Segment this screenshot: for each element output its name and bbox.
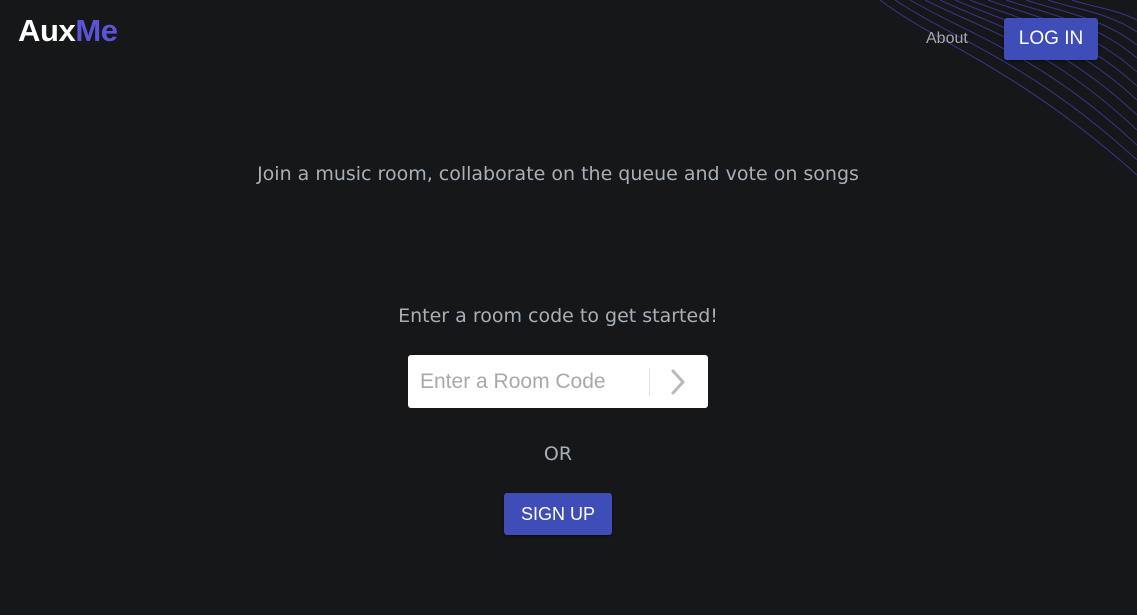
join-room-button[interactable] <box>650 355 706 408</box>
tagline: Join a music room, collaborate on the qu… <box>257 163 859 185</box>
signup-button[interactable]: SIGN UP <box>504 493 612 535</box>
or-separator: OR <box>543 443 573 465</box>
about-link[interactable]: About <box>926 30 968 48</box>
logo-part-me: Me <box>75 13 118 48</box>
logo-part-aux: Aux <box>18 13 76 48</box>
landing-page: AuxMe About LOG IN Join a music room, co… <box>0 0 1137 615</box>
room-code-form <box>408 355 708 408</box>
chevron-right-icon <box>671 369 685 394</box>
room-code-prompt: Enter a room code to get started! <box>398 305 718 327</box>
app-logo[interactable]: AuxMe <box>18 13 118 49</box>
room-code-input[interactable] <box>408 355 646 408</box>
login-button[interactable]: LOG IN <box>1004 18 1098 60</box>
